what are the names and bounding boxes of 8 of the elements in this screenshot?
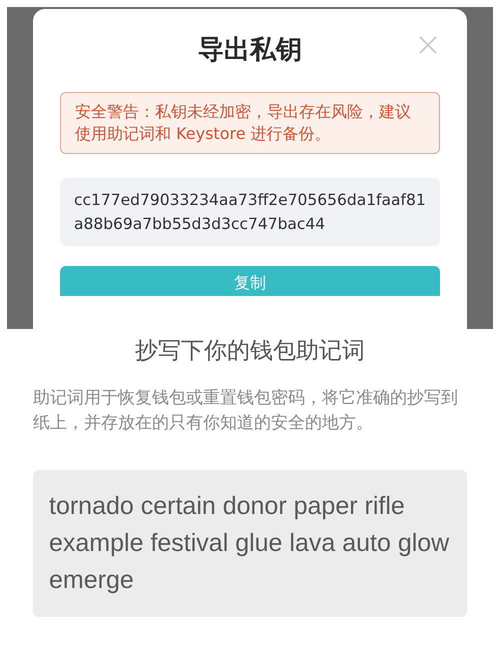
section-title: 抄写下你的钱包助记词 xyxy=(135,337,365,366)
copy-button[interactable]: 复制 xyxy=(60,266,440,296)
private-key-text: cc177ed79033234aa73ff2e705656da1faaf81a88b69a7bb55d3d3cc747bac44 xyxy=(60,178,440,246)
dialog-title: 导出私钥 xyxy=(198,34,302,66)
close-icon[interactable] xyxy=(418,35,438,55)
mnemonic-words: tornado certain donor paper rifle example festival glue lava auto glow emerge xyxy=(33,470,467,617)
description-text: 助记词用于恢复钱包或重置钱包密码，将它准确的抄写到纸上，并存放在的只有你知道的安全的地方。 xyxy=(33,387,459,435)
security-warning: 安全警告：私钥未经加密，导出存在风险，建议使用助记词和 Keystore 进行备份。 xyxy=(60,92,440,154)
